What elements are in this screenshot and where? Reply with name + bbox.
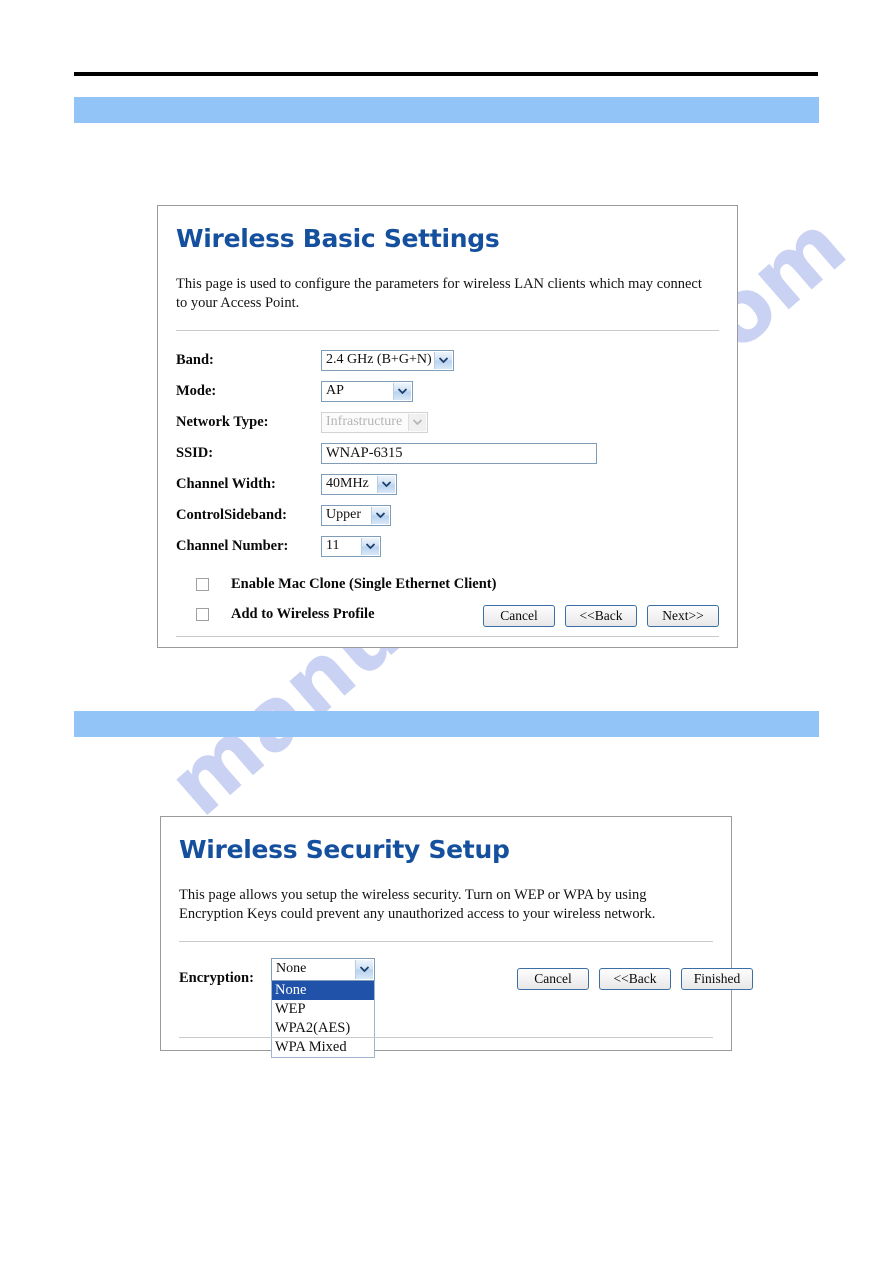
divider-basic-top xyxy=(176,329,719,331)
label-encryption: Encryption: xyxy=(179,969,254,986)
basic-settings-description: This page is used to configure the param… xyxy=(176,276,702,312)
encryption-select[interactable]: None xyxy=(271,957,375,981)
security-setup-description: This page allows you setup the wireless … xyxy=(179,887,656,923)
form-row-channel-width: Channel Width: 40MHz xyxy=(176,469,719,500)
band-select-value: 2.4 GHz (B+G+N) xyxy=(326,352,432,368)
label-channel-width: Channel Width: xyxy=(176,475,276,492)
label-control-sideband: ControlSideband: xyxy=(176,506,287,523)
encryption-option-none[interactable]: None xyxy=(272,980,374,1000)
wireless-security-setup-panel: Wireless Security Setup This page allows… xyxy=(160,816,753,1058)
form-row-mode: Mode: AP xyxy=(176,376,719,407)
encryption-option-wpa2-aes[interactable]: WPA2(AES) xyxy=(272,1019,374,1038)
chevron-down-icon xyxy=(408,413,426,431)
encryption-select-wrapper: None None WEP WPA2(AES) WPA Mixed xyxy=(271,957,375,1058)
back-button[interactable]: <<Back xyxy=(565,605,637,627)
next-button[interactable]: Next>> xyxy=(647,605,719,627)
basic-settings-form: Band: 2.4 GHz (B+G+N) Mode: AP Network T… xyxy=(176,345,719,562)
form-row-ssid: SSID: WNAP-6315 xyxy=(176,438,719,469)
wireless-basic-settings-panel: Wireless Basic Settings This page is use… xyxy=(157,205,738,648)
basic-settings-button-row: Cancel <<Back Next>> xyxy=(483,605,719,627)
back-button[interactable]: <<Back xyxy=(599,967,671,990)
section-heading-bar-top xyxy=(74,97,819,123)
label-network-type: Network Type: xyxy=(176,413,269,430)
chevron-down-icon xyxy=(434,351,452,369)
channel-width-select[interactable]: 40MHz xyxy=(321,473,397,495)
chevron-down-icon xyxy=(355,959,373,979)
encryption-row: Encryption: None None WEP WPA2(AES) WPA … xyxy=(179,957,753,1058)
security-setup-button-row: Cancel <<Back Finished xyxy=(517,967,753,990)
chevron-down-icon xyxy=(361,537,379,555)
add-to-wireless-profile-label: Add to Wireless Profile xyxy=(231,606,375,623)
enable-mac-clone-label: Enable Mac Clone (Single Ethernet Client… xyxy=(231,576,497,593)
ssid-input[interactable]: WNAP-6315 xyxy=(321,442,597,464)
label-band: Band: xyxy=(176,351,214,368)
mode-select-value: AP xyxy=(326,383,344,399)
channel-number-select-value: 11 xyxy=(326,538,340,554)
encryption-select-value: None xyxy=(276,961,307,977)
label-mode: Mode: xyxy=(176,382,217,399)
chevron-down-icon xyxy=(377,475,395,493)
label-ssid: SSID: xyxy=(176,444,214,461)
form-row-channel-number: Channel Number: 11 xyxy=(176,531,719,562)
page-title-security-setup: Wireless Security Setup xyxy=(179,835,510,864)
encryption-option-wep[interactable]: WEP xyxy=(272,1000,374,1019)
form-row-control-sideband: ControlSideband: Upper xyxy=(176,500,719,531)
section-heading-bar-middle xyxy=(74,711,819,737)
chevron-down-icon xyxy=(393,382,411,400)
enable-mac-clone-checkbox[interactable] xyxy=(196,578,209,592)
band-select[interactable]: 2.4 GHz (B+G+N) xyxy=(321,349,454,371)
divider-security-top xyxy=(179,940,713,942)
checkbox-row-mac-clone[interactable]: Enable Mac Clone (Single Ethernet Client… xyxy=(196,570,719,600)
page-top-rule xyxy=(74,72,818,76)
form-row-network-type: Network Type: Infrastructure xyxy=(176,407,719,438)
form-row-band: Band: 2.4 GHz (B+G+N) xyxy=(176,345,719,376)
chevron-down-icon xyxy=(371,506,389,524)
control-sideband-select[interactable]: Upper xyxy=(321,504,391,526)
network-type-select: Infrastructure xyxy=(321,411,428,433)
label-channel-number: Channel Number: xyxy=(176,537,289,554)
network-type-select-value: Infrastructure xyxy=(326,414,403,430)
divider-basic-bottom xyxy=(176,636,719,637)
control-sideband-select-value: Upper xyxy=(326,507,361,523)
divider-security-bottom xyxy=(179,1037,713,1038)
channel-width-select-value: 40MHz xyxy=(326,476,369,492)
page-title-basic-settings: Wireless Basic Settings xyxy=(176,224,500,253)
cancel-button[interactable]: Cancel xyxy=(483,605,555,627)
add-to-wireless-profile-checkbox[interactable] xyxy=(196,608,209,622)
mode-select[interactable]: AP xyxy=(321,380,413,402)
encryption-options-list[interactable]: None WEP WPA2(AES) WPA Mixed xyxy=(271,980,375,1058)
encryption-option-wpa-mixed[interactable]: WPA Mixed xyxy=(272,1038,374,1057)
finished-button[interactable]: Finished xyxy=(681,967,753,990)
cancel-button[interactable]: Cancel xyxy=(517,967,589,990)
channel-number-select[interactable]: 11 xyxy=(321,535,381,557)
